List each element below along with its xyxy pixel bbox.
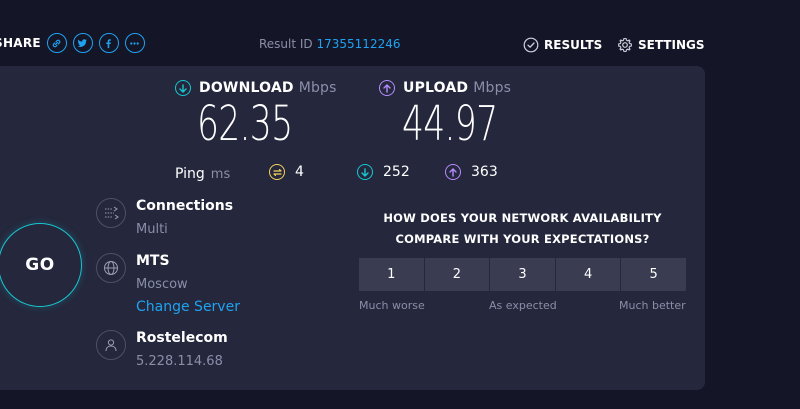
survey-question-line1: HOW DOES YOUR NETWORK AVAILABILITY: [383, 211, 662, 225]
settings-label: SETTINGS: [638, 38, 705, 52]
share-label: SHARE: [0, 36, 41, 50]
download-value: 62.35: [197, 96, 293, 152]
ping-row: Ping ms 4 252 363: [0, 164, 700, 184]
download-arrow-icon: [175, 80, 191, 96]
download-unit: Mbps: [298, 80, 337, 96]
result-id-label: Result ID: [259, 37, 313, 51]
download-label: DOWNLOAD: [199, 80, 294, 96]
results-link[interactable]: RESULTS: [523, 37, 602, 53]
ping-upload-value: 363: [471, 164, 498, 180]
rating-4-button[interactable]: 4: [555, 258, 621, 291]
facebook-icon: [106, 38, 112, 48]
go-button[interactable]: GO: [0, 223, 82, 307]
rating-mid-label: As expected: [489, 299, 557, 312]
share-facebook-button[interactable]: [98, 33, 119, 53]
share-link-button[interactable]: [46, 33, 67, 53]
top-bar: SHARE Result ID 17355112246: [0, 0, 800, 66]
connections-title: Connections: [136, 198, 234, 214]
rating-high-label: Much better: [619, 299, 686, 312]
result-id-link[interactable]: 17355112246: [317, 37, 401, 51]
ping-idle-value: 4: [295, 164, 304, 180]
upload-unit: Mbps: [473, 80, 512, 96]
rating-scale: 1 2 3 4 5: [359, 258, 686, 291]
ping-upload: 363: [445, 164, 498, 180]
rating-3-button[interactable]: 3: [490, 258, 555, 291]
rating-2-button[interactable]: 2: [424, 258, 490, 291]
settings-link[interactable]: SETTINGS: [617, 37, 705, 53]
upload-value: 44.97: [402, 96, 498, 152]
isp-ip: 5.228.114.68: [136, 354, 223, 369]
upload-label: UPLOAD: [403, 80, 469, 96]
share-more-button[interactable]: [124, 33, 145, 53]
change-server-link[interactable]: Change Server: [136, 299, 240, 315]
server-name: MTS: [136, 253, 170, 269]
upload-header: UPLOAD Mbps: [379, 80, 511, 96]
ping-idle: 4: [269, 164, 304, 180]
gear-icon: [618, 37, 632, 53]
rating-5-button[interactable]: 5: [621, 258, 686, 291]
more-icon: [130, 41, 140, 45]
ping-label: Ping: [175, 166, 205, 182]
ping-download: 252: [357, 164, 410, 180]
rating-1-button[interactable]: 1: [359, 258, 424, 291]
result-id: Result ID 17355112246: [259, 37, 400, 51]
user-icon: [96, 330, 126, 360]
results-label: RESULTS: [544, 38, 603, 52]
download-header: DOWNLOAD Mbps: [175, 80, 337, 96]
upload-arrow-icon: [379, 80, 395, 96]
connections-value: Multi: [136, 222, 168, 237]
survey-question: HOW DOES YOUR NETWORK AVAILABILITY COMPA…: [359, 208, 686, 250]
check-circle-icon: [523, 37, 539, 53]
link-icon: [53, 39, 61, 47]
isp-name: Rostelecom: [136, 330, 228, 346]
rating-low-label: Much worse: [359, 299, 425, 312]
ping-download-icon: [357, 164, 373, 180]
ping-upload-icon: [445, 164, 461, 180]
share-twitter-button[interactable]: [72, 33, 93, 53]
share-bar: SHARE: [0, 31, 145, 55]
ping-label-group: Ping ms: [175, 166, 230, 182]
jitter-icon: [269, 164, 285, 180]
survey-question-line2: COMPARE WITH YOUR EXPECTATIONS?: [395, 232, 650, 246]
ping-unit: ms: [210, 167, 231, 182]
ping-download-value: 252: [383, 164, 410, 180]
connections-icon: [96, 198, 126, 228]
server-location: Moscow: [136, 277, 188, 292]
twitter-icon: [77, 38, 88, 47]
globe-icon: [96, 253, 126, 283]
